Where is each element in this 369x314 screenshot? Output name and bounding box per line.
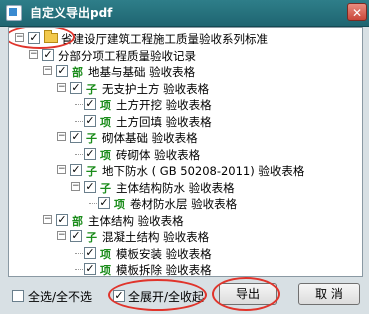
export-dialog: 自定义导出pdf ✕ − ✓ 省建设厅建筑工程施工质量验收系列标准 − ✓ 分部分项工程质… — [0, 0, 369, 314]
tree-item-label: 卷材防水层 验收表格 — [130, 197, 238, 211]
title-bar[interactable]: 自定义导出pdf ✕ — [0, 0, 369, 27]
tree-connector — [75, 269, 83, 270]
collapse-toggle-icon[interactable]: − — [43, 66, 52, 75]
tree-item-checkbox[interactable]: ✓ — [56, 65, 68, 77]
node-type-icon: 项 — [100, 115, 111, 129]
tree-connector — [75, 252, 83, 254]
window-title: 自定义导出pdf — [30, 6, 113, 20]
tree-item-label: 地下防水 ( GB 50208-2011) 验收表格 — [102, 164, 305, 178]
node-type-icon: 子 — [86, 132, 97, 145]
collapse-toggle-icon[interactable]: − — [15, 33, 24, 42]
collapse-toggle-icon[interactable]: − — [57, 132, 66, 141]
footer-bar: 全选/全不选 ✓ 全展开/全收起 导出 取 消 — [0, 276, 369, 314]
tree-item-label: 主体结构防水 验收表格 — [116, 180, 235, 195]
tree-item-checkbox[interactable]: ✓ — [84, 114, 96, 127]
tree-item[interactable]: ✓ 项砖砌体 验收表格 — [9, 146, 359, 163]
tree-item[interactable]: − ✓ 省建设厅建筑工程施工质量验收系列标准 — [9, 30, 359, 47]
collapse-toggle-icon[interactable]: − — [29, 49, 38, 59]
tree-item-label: 省建设厅建筑工程施工质量验收系列标准 — [61, 32, 268, 46]
tree-item[interactable]: ✓ 项卷材防水层 验收表格 — [9, 195, 359, 212]
node-type-icon: 子 — [86, 82, 97, 96]
tree-item[interactable]: − ✓ 子砌体基础 验收表格 — [9, 129, 359, 146]
tree-item-checkbox[interactable]: ✓ — [84, 246, 96, 259]
tree-item[interactable]: ✓ 项土方开挖 验收表格 — [9, 96, 359, 113]
tree-connector — [75, 153, 83, 155]
node-type-icon: 子 — [100, 181, 111, 195]
standards-tree[interactable]: − ✓ 省建设厅建筑工程施工质量验收系列标准 − ✓ 分部分项工程质量验收记录 − ✓ 部地基与… — [8, 27, 363, 277]
tree-item-checkbox[interactable]: ✓ — [84, 98, 96, 110]
node-type-icon: 部 — [72, 214, 83, 228]
tree-item-checkbox[interactable]: ✓ — [84, 147, 96, 160]
tree-item-checkbox[interactable]: ✓ — [70, 81, 82, 94]
tree-item-checkbox[interactable]: ✓ — [84, 263, 96, 275]
tree-item-checkbox[interactable]: ✓ — [56, 213, 68, 226]
close-button[interactable]: ✕ — [347, 3, 367, 21]
export-button[interactable]: 导出 — [219, 283, 277, 305]
tree-item-label: 模板拆除 验收表格 — [116, 263, 212, 277]
tree-item[interactable]: − ✓ 子主体结构防水 验收表格 — [9, 179, 359, 196]
tree-item[interactable]: ✓ 项模板拆除 验收表格 — [9, 261, 359, 277]
tree-connector — [89, 203, 97, 204]
node-type-icon: 子 — [86, 231, 97, 244]
tree-item[interactable]: − ✓ 子混凝土结构 验收表格 — [9, 228, 359, 245]
tree-item-label: 土方开挖 验收表格 — [116, 98, 212, 112]
tree-item-checkbox[interactable]: ✓ — [70, 230, 82, 242]
tree-item-label: 混凝土结构 验收表格 — [102, 230, 210, 244]
node-type-icon: 项 — [100, 247, 111, 261]
node-type-icon: 部 — [72, 66, 83, 79]
tree-item-label: 砌体基础 验收表格 — [102, 131, 198, 145]
document-icon — [6, 5, 22, 21]
tree-item-label: 土方回填 验收表格 — [116, 114, 212, 129]
tree-item-checkbox[interactable]: ✓ — [28, 32, 40, 44]
collapse-toggle-icon[interactable]: − — [43, 214, 52, 224]
tree-item-label: 模板安装 验收表格 — [116, 246, 212, 261]
node-type-icon: 项 — [114, 198, 125, 211]
tree-item[interactable]: − ✓ 部主体结构 验收表格 — [9, 212, 359, 229]
collapse-toggle-icon[interactable]: − — [57, 231, 66, 240]
node-type-icon: 项 — [100, 264, 111, 277]
select-all-checkbox[interactable] — [12, 290, 24, 302]
node-type-icon: 项 — [100, 99, 111, 112]
tree-item-checkbox[interactable]: ✓ — [84, 180, 96, 193]
collapse-toggle-icon[interactable]: − — [57, 82, 66, 92]
tree-item-label: 地基与基础 验收表格 — [88, 65, 196, 79]
tree-item-label: 无支护土方 验收表格 — [102, 81, 210, 96]
tree-item[interactable]: ✓ 项土方回填 验收表格 — [9, 113, 359, 130]
tree-item-label: 分部分项工程质量验收记录 — [58, 48, 196, 63]
tree-item[interactable]: ✓ 项模板安装 验收表格 — [9, 245, 359, 262]
collapse-toggle-icon[interactable]: − — [71, 181, 80, 191]
tree-item-checkbox[interactable]: ✓ — [70, 131, 82, 143]
tree-item[interactable]: − ✓ 分部分项工程质量验收记录 — [9, 47, 359, 64]
select-all-label[interactable]: 全选/全不选 — [28, 288, 92, 305]
tree-item-label: 砖砌体 验收表格 — [116, 147, 201, 162]
expand-all-checkbox[interactable]: ✓ — [113, 290, 125, 302]
tree-item-checkbox[interactable]: ✓ — [70, 164, 82, 176]
folder-icon — [44, 30, 58, 43]
node-type-icon: 项 — [100, 148, 111, 162]
collapse-toggle-icon[interactable]: − — [57, 165, 66, 174]
cancel-button[interactable]: 取 消 — [298, 283, 360, 305]
tree-connector — [75, 120, 83, 122]
tree-item[interactable]: − ✓ 子地下防水 ( GB 50208-2011) 验收表格 — [9, 162, 359, 179]
node-type-icon: 子 — [86, 165, 97, 178]
tree-connector — [75, 104, 83, 105]
tree-item-checkbox[interactable]: ✓ — [98, 197, 110, 209]
tree-item[interactable]: − ✓ 子无支护土方 验收表格 — [9, 80, 359, 97]
tree-item[interactable]: − ✓ 部地基与基础 验收表格 — [9, 63, 359, 80]
expand-all-label[interactable]: 全展开/全收起 — [128, 288, 204, 305]
tree-item-checkbox[interactable]: ✓ — [42, 48, 54, 61]
tree-item-label: 主体结构 验收表格 — [88, 213, 184, 228]
